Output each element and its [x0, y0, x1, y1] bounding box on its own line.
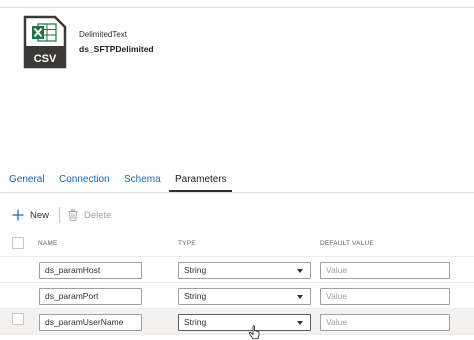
tab-general[interactable]: General [9, 174, 45, 185]
parameter-type-select[interactable]: String [178, 262, 311, 279]
tab-schema[interactable]: Schema [124, 174, 161, 185]
parameter-row: ds_paramUserName String Value [0, 309, 474, 335]
dataset-type: DelimitedText [79, 30, 128, 39]
delete-parameter-button[interactable]: Delete [68, 207, 111, 223]
dataset-name: ds_SFTPDelimited [79, 44, 154, 54]
trash-icon [68, 209, 78, 221]
dropdown-caret-icon [297, 295, 303, 299]
parameter-name-input[interactable]: ds_paramPort [39, 288, 142, 305]
default-value-input[interactable]: Value [320, 262, 450, 279]
new-button-label: New [30, 209, 50, 221]
parameter-type-value: String [184, 317, 207, 327]
default-value-input[interactable]: Value [320, 314, 450, 331]
parameter-type-select[interactable]: String [178, 288, 311, 305]
toolbar-separator [59, 207, 60, 223]
dropdown-caret-icon [297, 321, 303, 325]
new-parameter-button[interactable]: New [12, 207, 49, 223]
dropdown-caret-icon [297, 269, 303, 273]
parameter-row: ds_paramHost String Value [0, 257, 474, 283]
parameter-type-value: String [184, 265, 207, 275]
hand-cursor-icon [248, 325, 260, 340]
tab-bar: General Connection Schema Parameters [0, 171, 474, 193]
select-all-checkbox[interactable] [12, 237, 24, 249]
row-divider [0, 334, 474, 335]
parameter-type-value: String [184, 291, 207, 301]
parameter-type-select[interactable]: String [178, 314, 311, 331]
column-header-name: NAME [38, 240, 58, 247]
default-value-input[interactable]: Value [320, 288, 450, 305]
plus-icon [12, 209, 24, 221]
parameter-row: ds_paramPort String Value [0, 283, 474, 309]
tab-parameters[interactable]: Parameters [175, 174, 227, 185]
top-divider [0, 7, 474, 8]
parameter-name-input[interactable]: ds_paramUserName [39, 314, 142, 331]
csv-file-icon: CSV [23, 15, 67, 69]
column-header-type: TYPE [178, 240, 196, 247]
csv-icon-label: CSV [34, 53, 57, 65]
tabs-divider [0, 192, 474, 193]
parameter-name-input[interactable]: ds_paramHost [39, 262, 142, 279]
tab-connection[interactable]: Connection [59, 174, 110, 185]
column-header-default-value: DEFAULT VALUE [320, 240, 374, 247]
row-select-checkbox[interactable] [12, 313, 24, 325]
delete-button-label: Delete [84, 209, 112, 221]
